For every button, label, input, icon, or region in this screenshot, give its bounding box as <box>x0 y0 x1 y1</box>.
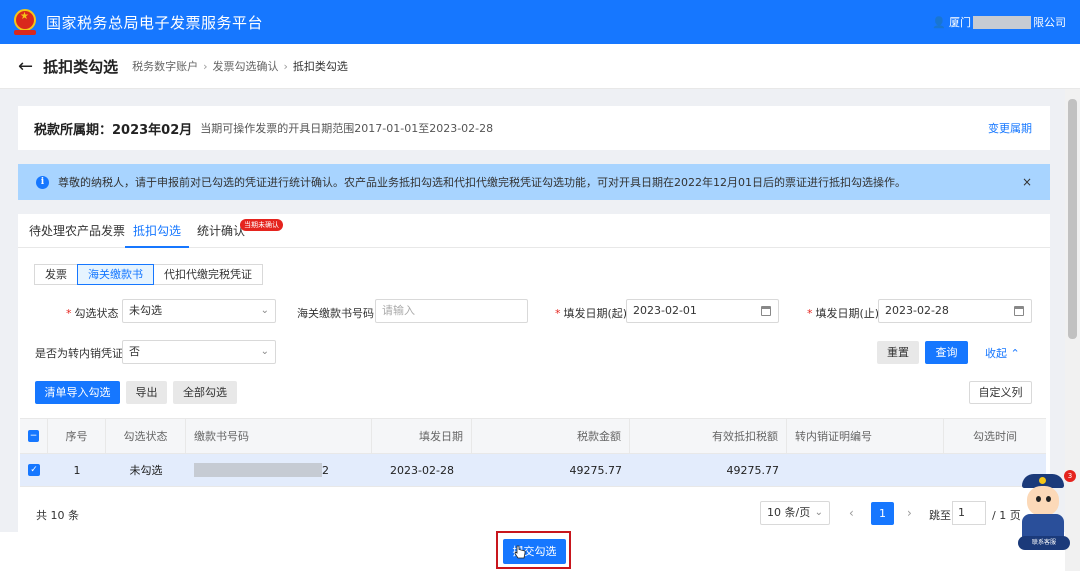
custom-columns-button[interactable]: 自定义列 <box>969 381 1032 404</box>
chevron-down-icon: ⌄ <box>260 346 269 357</box>
col-tax: 税款金额 <box>472 419 630 453</box>
number-label: 海关缴款书号码 <box>297 307 374 320</box>
segment-withholding-voucher[interactable]: 代扣代缴完税凭证 <box>153 264 263 285</box>
chevron-right-icon: › <box>283 59 288 73</box>
notice-banner: i 尊敬的纳税人，请于申报前对已勾选的凭证进行统计确认。农产品业务抵扣勾选和代扣… <box>18 164 1050 200</box>
status-label: * 勾选状态 <box>66 307 119 320</box>
date-from-label: * 填发日期(起) <box>555 307 628 320</box>
mascot-eye <box>1036 496 1041 502</box>
status-select[interactable]: 未勾选 ⌄ <box>122 299 276 323</box>
reset-button[interactable]: 重置 <box>877 341 919 364</box>
table-header: − 序号 勾选状态 缴款书号码 填发日期 税款金额 有效抵扣税额 转内销证明编号… <box>20 418 1046 454</box>
page-current[interactable]: 1 <box>871 502 894 525</box>
back-arrow-icon[interactable]: ← <box>18 56 33 77</box>
query-button[interactable]: 查询 <box>925 341 968 364</box>
page-size-select[interactable]: 10 条/页 ⌄ <box>760 501 830 525</box>
info-icon: i <box>36 175 49 189</box>
redacted-company-name <box>973 15 1031 29</box>
next-page-icon[interactable]: › <box>907 506 912 520</box>
calendar-icon <box>1014 306 1024 316</box>
change-period-link[interactable]: 变更属期 <box>988 120 1032 136</box>
total-count: 共 10 条 <box>36 509 79 522</box>
notification-badge: 3 <box>1064 470 1076 482</box>
col-index: 序号 <box>48 419 106 453</box>
scrollbar-thumb[interactable] <box>1068 99 1077 339</box>
col-select-time: 勾选时间 <box>973 430 1017 443</box>
collapse-link[interactable]: 收起 ⌃ <box>985 345 1020 361</box>
close-icon[interactable]: × <box>1022 175 1032 189</box>
row-status: 未勾选 <box>129 464 163 477</box>
submit-selection-button[interactable]: 提交勾选 <box>503 539 566 564</box>
tabs: 待处理农产品发票 抵扣勾选 统计确认 当期未确认 <box>18 214 1050 248</box>
tab-stat-confirm[interactable]: 统计确认 <box>197 214 245 248</box>
prev-page-icon[interactable]: ‹ <box>849 506 854 520</box>
calendar-icon <box>761 306 771 316</box>
row-deductible: 49275.77 <box>726 463 780 477</box>
unconfirmed-badge: 当期未确认 <box>240 219 283 231</box>
top-bar: ★ 国家税务总局电子发票服务平台 👤 厦门 限公司 <box>0 0 1080 44</box>
col-transfer-no: 转内销证明编号 <box>787 419 944 453</box>
table-row[interactable]: ✓ 1 未勾选 2 2023-02-28 49275.77 49275.77 <box>20 454 1046 487</box>
chevron-down-icon: ⌄ <box>814 507 823 518</box>
tax-period-card: 税款所属期：2023年02月 当期可操作发票的开具日期范围2017-01-01至… <box>18 106 1050 150</box>
date-to-input[interactable]: 2023-02-28 <box>878 299 1032 323</box>
row-date: 2023-02-28 <box>390 463 454 477</box>
user-icon: 👤 <box>932 15 946 29</box>
total-pages: / 1 页 <box>992 509 1021 522</box>
col-date: 填发日期 <box>372 419 472 453</box>
chevron-up-icon: ⌃ <box>1010 347 1020 360</box>
jump-page-input[interactable]: 1 <box>952 501 986 525</box>
mascot-body <box>1022 514 1064 538</box>
row-transfer-no <box>787 454 944 486</box>
mascot-face <box>1027 486 1059 516</box>
segment-invoice[interactable]: 发票 <box>34 264 78 285</box>
export-button[interactable]: 导出 <box>126 381 167 404</box>
hand-cursor-icon <box>514 545 526 559</box>
breadcrumb: 税务数字账户 › 发票勾选确认 › 抵扣类勾选 <box>132 58 348 74</box>
tab-pending-agri-invoices[interactable]: 待处理农产品发票 <box>29 214 125 248</box>
user-account[interactable]: 👤 厦门 限公司 <box>932 14 1066 30</box>
mascot-label: 联系客服 <box>1018 536 1070 550</box>
import-select-button[interactable]: 清单导入勾选 <box>35 381 120 404</box>
notice-text: 尊敬的纳税人，请于申报前对已勾选的凭证进行统计确认。农产品业务抵扣勾选和代扣代缴… <box>58 176 906 189</box>
col-deductible: 有效抵扣税额 <box>630 419 787 453</box>
breadcrumb-current: 抵扣类勾选 <box>292 60 348 73</box>
tax-period-label: 税款所属期：2023年02月 <box>34 122 193 138</box>
chevron-right-icon: › <box>203 59 208 73</box>
chevron-down-icon: ⌄ <box>260 305 269 316</box>
transfer-label: 是否为转内销凭证 <box>35 347 123 360</box>
date-from-input[interactable]: 2023-02-01 <box>626 299 779 323</box>
tax-emblem-logo: ★ <box>12 8 38 36</box>
row-checkbox[interactable]: ✓ <box>20 454 48 486</box>
mascot-eye <box>1046 496 1051 502</box>
user-name-prefix: 厦门 <box>949 16 971 29</box>
tab-deduction-select[interactable]: 抵扣勾选 <box>125 214 190 248</box>
breadcrumb-item[interactable]: 发票勾选确认 <box>213 58 279 74</box>
transfer-select[interactable]: 否 ⌄ <box>122 340 276 364</box>
segment-customs-payment[interactable]: 海关缴款书 <box>77 264 154 285</box>
select-all-checkbox[interactable]: − <box>20 419 48 453</box>
app-title: 国家税务总局电子发票服务平台 <box>46 13 264 32</box>
col-status: 勾选状态 <box>106 419 186 453</box>
user-name-suffix: 限公司 <box>1033 16 1066 29</box>
main-card: 待处理农产品发票 抵扣勾选 统计确认 当期未确认 发票 海关缴款书 代扣代缴完税… <box>18 214 1050 532</box>
jump-label: 跳至 <box>929 509 951 522</box>
row-number: 2 <box>186 454 372 486</box>
page-title: 抵扣类勾选 <box>43 57 119 76</box>
date-to-label: * 填发日期(止) <box>807 307 880 320</box>
breadcrumb-item[interactable]: 税务数字账户 <box>132 58 198 74</box>
hat-badge-icon <box>1039 477 1046 484</box>
payment-number-input[interactable]: 请输入 <box>375 299 528 323</box>
select-all-button[interactable]: 全部勾选 <box>173 381 237 404</box>
tax-period-hint: 当期可操作发票的开具日期范围2017-01-01至2023-02-28 <box>200 122 494 135</box>
row-tax: 49275.77 <box>569 463 623 477</box>
col-number: 缴款书号码 <box>186 419 372 453</box>
redacted-number <box>194 463 322 477</box>
customer-service-mascot[interactable]: 联系客服 3 <box>1018 470 1076 552</box>
row-index: 1 <box>73 463 81 477</box>
page-header: ← 抵扣类勾选 税务数字账户 › 发票勾选确认 › 抵扣类勾选 <box>0 44 1080 89</box>
doc-type-segment: 发票 海关缴款书 代扣代缴完税凭证 <box>34 264 263 285</box>
